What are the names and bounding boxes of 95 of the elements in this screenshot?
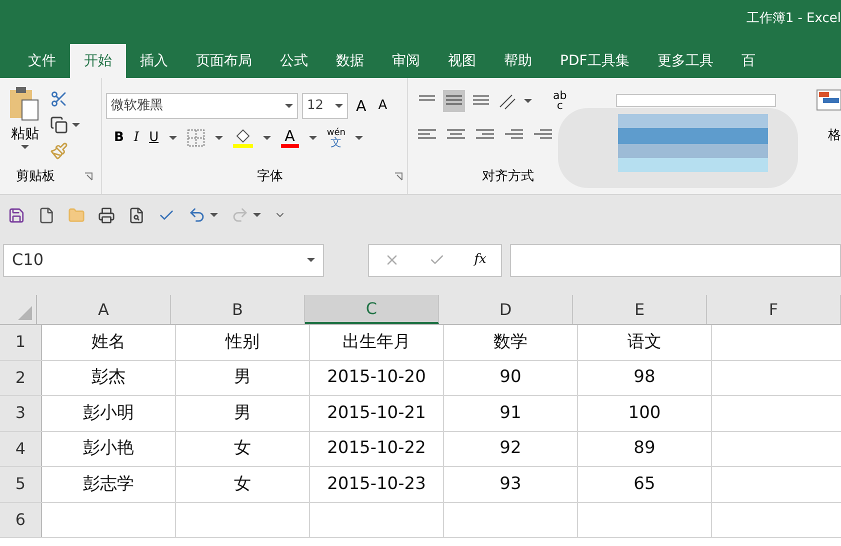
ribbon-tab[interactable]: 更多工具 (643, 44, 728, 78)
phonetic-button[interactable]: wén 文 (326, 128, 346, 148)
table-cell-text: 2015-10-23 (327, 472, 426, 496)
column-header[interactable]: A (37, 295, 171, 324)
caret-icon[interactable] (308, 136, 317, 140)
insert-function-button[interactable]: fx (474, 250, 486, 270)
caret-icon[interactable] (72, 123, 80, 127)
dialog-launcher-icon[interactable] (394, 172, 403, 181)
group-label: 对齐方式 (482, 168, 534, 186)
table-cell-text: 65 (634, 472, 656, 496)
caret-icon[interactable] (168, 136, 177, 140)
caret-icon[interactable] (335, 104, 343, 108)
table-cell-text: 女 (234, 437, 251, 460)
caret-icon[interactable] (285, 104, 293, 108)
table-cell-text: 彭小明 (83, 402, 134, 424)
caret-icon[interactable] (307, 258, 315, 262)
table-cell-text: 女 (234, 472, 251, 496)
window-title: 工作簿1 - Excel (746, 10, 841, 28)
name-box[interactable]: C10 (3, 244, 324, 276)
row-header[interactable]: 2 (0, 360, 42, 395)
caret-icon[interactable] (524, 99, 532, 103)
ribbon-tab[interactable]: 插入 (126, 44, 182, 78)
table-cell-text: 2015-10-20 (327, 366, 426, 389)
print-preview-icon[interactable] (128, 206, 145, 224)
italic-button[interactable]: I (134, 128, 140, 148)
table-cell-text: 98 (634, 366, 656, 389)
caret-icon[interactable] (21, 145, 29, 149)
table-cell-text: 语文 (628, 330, 662, 354)
dialog-launcher-icon[interactable] (84, 172, 93, 181)
copy-icon[interactable] (50, 116, 68, 134)
middle-align-icon[interactable] (443, 90, 465, 112)
table-cell-text: 100 (628, 402, 661, 424)
table-cell-text: 91 (500, 402, 522, 424)
table-cell-text: 2015-10-22 (327, 437, 426, 460)
printer-icon[interactable] (98, 206, 115, 224)
caret-icon[interactable] (214, 136, 223, 140)
ribbon-tab[interactable]: 视图 (434, 44, 490, 78)
grow-font-button[interactable]: A (352, 94, 370, 118)
row-header[interactable]: 4 (0, 432, 42, 466)
ribbon-tab[interactable]: 审阅 (378, 44, 434, 78)
table-cell-text: 89 (634, 437, 656, 460)
row-header[interactable]: 5 (0, 467, 42, 502)
table-cell-text: 男 (234, 366, 251, 389)
font-name-field[interactable]: 微软雅黑 (106, 93, 298, 119)
table-cell-text: 90 (500, 366, 522, 389)
caret-icon[interactable] (210, 213, 218, 217)
font-size-field[interactable]: 12 (302, 93, 348, 119)
table-cell-text: 姓名 (92, 330, 126, 354)
table-cell-text: 2015-10-21 (327, 402, 426, 424)
caret-icon[interactable] (253, 213, 261, 217)
ribbon-tab[interactable]: 数据 (322, 44, 378, 78)
scissors-icon[interactable] (50, 90, 68, 108)
ribbon-tab[interactable]: 帮助 (490, 44, 546, 78)
row-header[interactable]: 6 (0, 502, 42, 537)
caret-icon[interactable] (262, 136, 271, 140)
save-icon[interactable] (8, 206, 25, 224)
group-label: 字体 (256, 168, 283, 186)
ribbon-tab[interactable]: 开始 (70, 44, 126, 78)
column-header[interactable]: F (707, 295, 841, 324)
bold-button[interactable]: B (114, 128, 124, 148)
table-cell-text: 出生年月 (342, 330, 410, 354)
styles-label[interactable]: 格 (828, 126, 841, 146)
shrink-font-button[interactable]: A (374, 96, 392, 116)
table-cell-text: 数学 (494, 330, 528, 354)
column-header[interactable]: E (573, 295, 707, 324)
font-color-button[interactable]: A (280, 128, 299, 148)
table-cell-text: 彭杰 (92, 366, 126, 389)
row-header[interactable]: 1 (0, 325, 42, 360)
ribbon-tab[interactable]: 文件 (14, 44, 70, 78)
wrap-text-label[interactable]: c (556, 101, 563, 111)
formula-field[interactable] (510, 244, 841, 276)
caret-icon[interactable] (355, 136, 364, 140)
underline-button[interactable]: U (149, 128, 159, 148)
number-format-field[interactable] (616, 94, 776, 107)
ribbon-tab[interactable]: 页面布局 (182, 44, 266, 78)
conditional-format-icon[interactable] (815, 88, 841, 112)
paste-label[interactable]: 粘贴 (11, 124, 39, 145)
table-cell-text: 性别 (226, 330, 260, 354)
group-label: 剪贴板 (15, 168, 55, 186)
column-header[interactable]: D (439, 295, 573, 324)
table-cell-text: 92 (500, 437, 522, 460)
wrap-text-label[interactable]: ab (553, 91, 567, 101)
ribbon-tab[interactable]: 百 (727, 44, 770, 78)
new-file-icon[interactable] (38, 206, 55, 224)
ribbon-tab[interactable]: PDF工具集 (546, 44, 644, 78)
row-header[interactable]: 3 (0, 396, 42, 430)
ribbon-tab[interactable]: 公式 (266, 44, 322, 78)
undo-icon[interactable] (188, 206, 206, 224)
table-cell-text: 彭志学 (83, 472, 134, 496)
table-cell-text: 93 (500, 472, 522, 496)
table-cell-text: 男 (234, 402, 251, 424)
column-header[interactable]: C (305, 295, 439, 324)
borders-icon[interactable] (186, 129, 205, 147)
fill-color-icon[interactable] (232, 128, 253, 148)
table-cell-text: 彭小艳 (83, 437, 134, 460)
